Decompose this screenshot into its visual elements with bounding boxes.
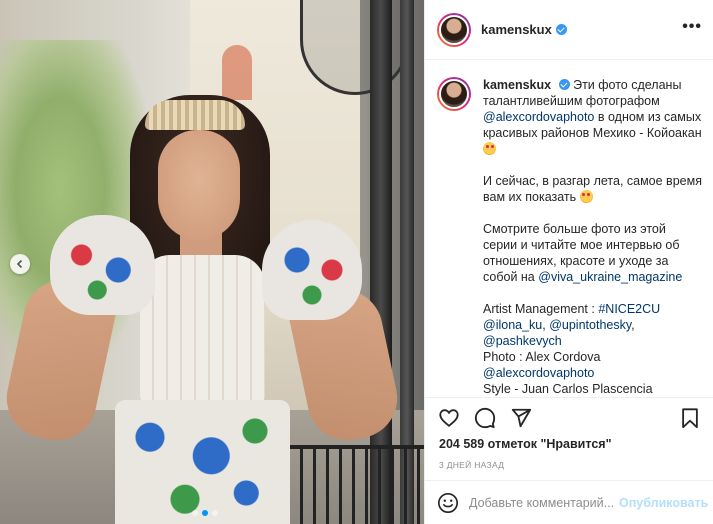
hashtag-link[interactable]: #NICE2CU — [598, 302, 660, 316]
caption-area: kamenskux Эти фото сделаны талантливейши… — [425, 61, 713, 397]
heart-eyes-emoji-icon — [579, 190, 593, 203]
verified-badge-icon — [558, 79, 570, 90]
avatar[interactable] — [437, 12, 471, 47]
caption-p2: И сейчас, в разгар лета, самое время вам… — [483, 174, 702, 204]
likes-count[interactable]: 204 589 отметок "Нравится" — [439, 437, 612, 451]
carousel-indicator — [192, 510, 218, 516]
more-options-icon[interactable]: ••• — [682, 18, 702, 36]
smiley-icon — [438, 492, 458, 513]
comment-icon — [474, 407, 496, 428]
post-header: kamenskux ••• — [425, 0, 713, 60]
artist-management-label: Artist Management : — [483, 302, 595, 316]
model-dress-skirt — [115, 400, 290, 524]
mention-link[interactable]: @pashkevych — [483, 334, 562, 348]
post-photo[interactable] — [0, 0, 424, 524]
background-window — [222, 45, 252, 100]
chevron-left-icon — [16, 259, 23, 269]
mention-link[interactable]: @upintothesky — [549, 318, 631, 332]
verified-badge-icon — [555, 24, 567, 35]
model-sleeve-left — [50, 215, 155, 315]
model-headband — [145, 100, 245, 130]
carousel-dot — [212, 510, 218, 516]
post-side-panel: kamenskux ••• kamenskux Эти фото сделаны… — [424, 0, 713, 524]
iron-railing — [290, 445, 424, 524]
photo-credit: Photo : Alex Cordova — [483, 350, 601, 364]
style-credit: Style - Juan Carlos Plascencia — [483, 382, 653, 396]
caption-avatar[interactable] — [437, 77, 471, 111]
action-bar — [425, 397, 713, 437]
header-username[interactable]: kamenskux — [481, 22, 552, 37]
carousel-dot-active — [202, 510, 208, 516]
model-dress-bodice — [140, 255, 265, 405]
carousel-dot — [192, 510, 198, 516]
caption-username[interactable]: kamenskux — [483, 78, 551, 92]
save-button[interactable] — [676, 404, 704, 432]
mention-link[interactable]: @viva_ukraine_magazine — [538, 270, 682, 284]
heart-eyes-emoji-icon — [483, 142, 496, 155]
paper-plane-icon — [511, 408, 532, 427]
heart-icon — [439, 408, 459, 427]
add-comment-bar: Опубликовать — [425, 480, 713, 524]
bookmark-icon — [682, 407, 698, 428]
model-sleeve-right — [262, 220, 362, 320]
emoji-button[interactable] — [437, 490, 459, 516]
mention-link[interactable]: @ilona_ku — [483, 318, 542, 332]
publish-button[interactable]: Опубликовать — [619, 496, 708, 510]
share-button[interactable] — [507, 404, 535, 432]
comment-button[interactable] — [471, 404, 499, 432]
caption-text: kamenskux Эти фото сделаны талантливейши… — [483, 78, 702, 396]
carousel-prev-button[interactable] — [10, 254, 30, 274]
post-date[interactable]: 3 ДНЕЙ НАЗАД — [439, 460, 504, 470]
comment-input[interactable] — [469, 495, 619, 510]
mention-link[interactable]: @alexcordovaphoto — [483, 366, 594, 380]
mention-link[interactable]: @alexcordovaphoto — [483, 110, 594, 124]
like-button[interactable] — [435, 404, 463, 432]
model-face — [158, 130, 240, 240]
